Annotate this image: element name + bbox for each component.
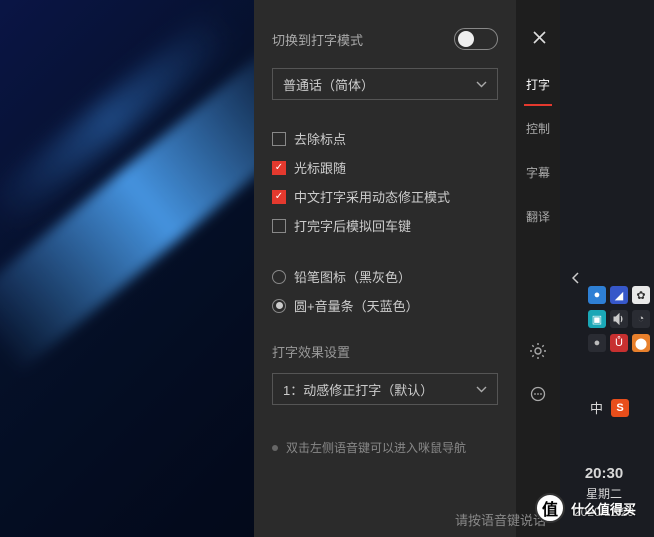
- sidebar-tab-3[interactable]: 翻译: [516, 194, 560, 238]
- checkbox[interactable]: [272, 219, 286, 233]
- checkbox-label: 去除标点: [294, 129, 346, 148]
- gear-icon: [529, 342, 547, 360]
- tray-app-icon-2[interactable]: ◢: [610, 286, 628, 304]
- chat-icon: [529, 386, 547, 404]
- tray-app-icon-8[interactable]: ⬤: [632, 334, 650, 352]
- tray-app-icon-6[interactable]: ●: [588, 334, 606, 352]
- panel-main: 切换到打字模式 普通话（简体） 去除标点光标跟随中文打字采用动态修正模式打完字后…: [254, 0, 516, 537]
- sidebar-settings[interactable]: [516, 329, 560, 373]
- checkbox-row[interactable]: 光标跟随: [272, 153, 498, 182]
- effect-section-label: 打字效果设置: [254, 338, 516, 369]
- tray-app-icon-5[interactable]: ◔: [632, 310, 650, 328]
- ime-label: 中: [590, 398, 603, 417]
- tray-expand-chevron[interactable]: [568, 270, 584, 286]
- right-sidebar: 打字控制字幕翻译: [516, 0, 560, 537]
- checkbox[interactable]: [272, 190, 286, 204]
- tray-app-icon-3[interactable]: ✿: [632, 286, 650, 304]
- system-tray: ● ◢ ✿ ▣ ◔ ● Ů ⬤ 中 S 20:30 星期二 2020/12/29: [560, 0, 654, 537]
- checkbox[interactable]: [272, 161, 286, 175]
- checkbox-row[interactable]: 打完字后模拟回车键: [272, 211, 498, 240]
- checkbox-label: 光标跟随: [294, 158, 346, 177]
- sidebar-chat[interactable]: [516, 373, 560, 417]
- watermark-text: 什么值得买: [571, 499, 636, 518]
- ime-indicator[interactable]: 中 S: [590, 398, 629, 417]
- radio[interactable]: [272, 270, 286, 284]
- toggle-knob: [458, 31, 474, 47]
- sogou-ime-icon[interactable]: S: [611, 399, 629, 417]
- typing-mode-label: 切换到打字模式: [272, 30, 446, 49]
- watermark: 值 什么值得买: [535, 493, 636, 523]
- checkbox-label: 中文打字采用动态修正模式: [294, 187, 450, 206]
- tray-app-icon-4[interactable]: ▣: [588, 310, 606, 328]
- hint-text: 双击左侧语音键可以进入咪鼠导航: [286, 439, 466, 457]
- sidebar-tab-2[interactable]: 字幕: [516, 150, 560, 194]
- radio-group: 铅笔图标（黑灰色） 圆+音量条（天蓝色）: [254, 258, 516, 338]
- checkbox-row[interactable]: 中文打字采用动态修正模式: [272, 182, 498, 211]
- watermark-badge-icon: 值: [535, 493, 565, 523]
- settings-panel: 切换到打字模式 普通话（简体） 去除标点光标跟随中文打字采用动态修正模式打完字后…: [254, 0, 560, 537]
- tray-app-icon-1[interactable]: ●: [588, 286, 606, 304]
- sidebar-tab-1[interactable]: 控制: [516, 106, 560, 150]
- checkbox-group: 去除标点光标跟随中文打字采用动态修正模式打完字后模拟回车键: [254, 120, 516, 258]
- typing-mode-toggle[interactable]: [454, 28, 498, 50]
- clock-time: 20:30: [560, 463, 648, 486]
- sidebar-tab-0[interactable]: 打字: [516, 62, 560, 106]
- language-dropdown-value: 普通话（简体）: [283, 75, 374, 94]
- close-icon: [533, 31, 546, 44]
- speaker-icon: [613, 313, 625, 325]
- radio[interactable]: [272, 299, 286, 313]
- radio-label: 铅笔图标（黑灰色）: [294, 267, 411, 286]
- radio-row[interactable]: 铅笔图标（黑灰色）: [272, 262, 498, 291]
- tray-volume-icon[interactable]: [610, 310, 628, 328]
- voice-prompt: 请按语音键说话: [455, 510, 546, 529]
- checkbox-row[interactable]: 去除标点: [272, 124, 498, 153]
- effect-dropdown[interactable]: 1：动感修正打字（默认）: [272, 373, 498, 405]
- chevron-down-icon: [476, 386, 487, 393]
- tray-icon-grid: ● ◢ ✿ ▣ ◔ ● Ů ⬤: [588, 286, 650, 352]
- radio-row[interactable]: 圆+音量条（天蓝色）: [272, 291, 498, 320]
- radio-label: 圆+音量条（天蓝色）: [294, 296, 419, 315]
- tray-app-icon-7[interactable]: Ů: [610, 334, 628, 352]
- checkbox-label: 打完字后模拟回车键: [294, 216, 411, 235]
- effect-dropdown-value: 1：动感修正打字（默认）: [283, 380, 433, 399]
- checkbox[interactable]: [272, 132, 286, 146]
- chevron-down-icon: [476, 81, 487, 88]
- chevron-left-icon: [572, 272, 580, 284]
- hint-row: 双击左侧语音键可以进入咪鼠导航: [254, 425, 516, 471]
- bullet-icon: [272, 445, 278, 451]
- language-dropdown[interactable]: 普通话（简体）: [272, 68, 498, 100]
- close-button[interactable]: [518, 22, 560, 52]
